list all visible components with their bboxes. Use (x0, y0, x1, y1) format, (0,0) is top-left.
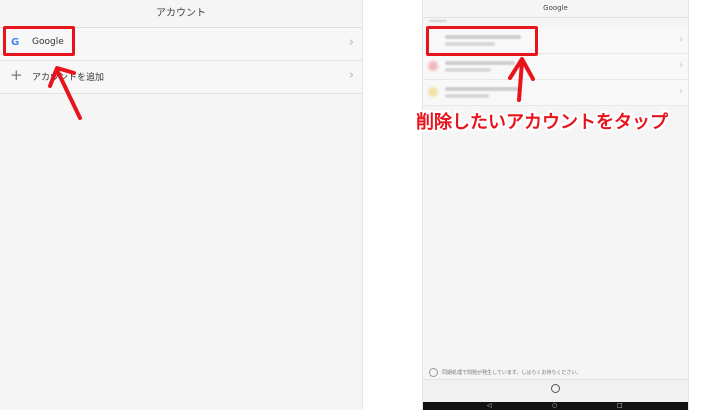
add-account-label: アカウントを追加 (32, 73, 105, 83)
account-row-3[interactable]: › (423, 80, 688, 106)
android-nav-bar: ◁ ○ □ (423, 402, 688, 410)
back-icon[interactable]: ◁ (487, 403, 492, 409)
sync-status-note: 同期処理で問題が発生しています。しばらくお待ちください。 (429, 368, 683, 378)
instruction-caption: 削除したいアカウントをタップ (416, 112, 668, 133)
section-label-blurred (429, 18, 447, 23)
blurred-account-email (445, 94, 489, 98)
google-page-title: Google (423, 0, 688, 18)
chevron-right-icon: › (679, 60, 683, 71)
add-account-row[interactable]: + アカウントを追加 › (0, 61, 362, 94)
right-screen: Google › › › 同期処理で問題が発生しています。しばらくお待ちください… (422, 0, 689, 410)
highlight-account-box (426, 26, 538, 56)
sync-status-icon (429, 368, 438, 377)
sync-status-text: 同期処理で問題が発生しています。しばらくお待ちください。 (442, 370, 582, 376)
chevron-right-icon: › (679, 86, 683, 97)
sync-icon (551, 384, 560, 393)
blurred-account-email (445, 68, 491, 72)
chevron-right-icon: › (679, 34, 683, 45)
blurred-account-name (445, 61, 515, 65)
highlight-google-box (3, 26, 75, 56)
chevron-right-icon: › (348, 35, 354, 50)
home-icon[interactable]: ○ (552, 403, 557, 409)
recent-apps-icon[interactable]: □ (617, 403, 623, 409)
blurred-account-name (445, 87, 519, 91)
blurred-avatar-icon (428, 87, 438, 97)
sync-all-button[interactable]: すべて同期 (423, 379, 688, 410)
plus-icon: + (10, 66, 23, 84)
account-row-2[interactable]: › (423, 54, 688, 80)
chevron-right-icon: › (348, 68, 354, 83)
page-title: アカウント (0, 0, 362, 28)
left-screen: アカウント G Google › + アカウントを追加 › (0, 0, 363, 410)
blurred-avatar-icon (428, 61, 438, 71)
